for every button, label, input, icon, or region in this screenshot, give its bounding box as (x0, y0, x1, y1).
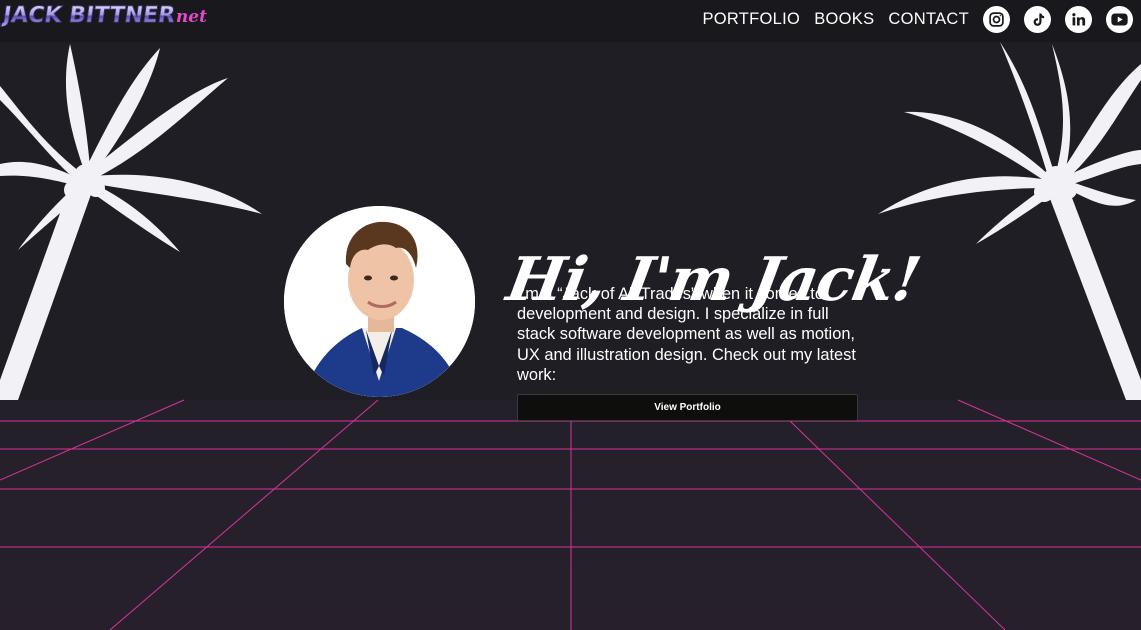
hero-bio: I’m a “Jack of All Trades” when it comes… (517, 285, 856, 384)
top-navbar: JACK BITTNER net PORTFOLIO BOOKS CONTACT (0, 0, 1141, 42)
logo-wordmark: JACK BITTNER (1, 3, 177, 29)
grid-lines (0, 399, 1141, 630)
left-palm-tree (0, 44, 262, 400)
social-links (983, 5, 1133, 33)
site-logo[interactable]: JACK BITTNER net (1, 3, 207, 33)
linkedin-icon[interactable] (1065, 5, 1092, 33)
nav-books[interactable]: BOOKS (814, 10, 874, 29)
logo-suffix: net (175, 7, 207, 27)
profile-photo (284, 206, 475, 397)
nav-portfolio[interactable]: PORTFOLIO (702, 10, 800, 29)
view-portfolio-button[interactable]: View Portfolio (517, 394, 858, 421)
nav-contact[interactable]: CONTACT (888, 10, 969, 29)
tiktok-icon[interactable] (1024, 5, 1051, 33)
profile-portrait (284, 206, 475, 397)
youtube-icon[interactable] (1106, 5, 1133, 33)
instagram-icon[interactable] (983, 5, 1010, 33)
right-palm-tree (878, 42, 1141, 400)
main-nav: PORTFOLIO BOOKS CONTACT (702, 0, 1141, 38)
